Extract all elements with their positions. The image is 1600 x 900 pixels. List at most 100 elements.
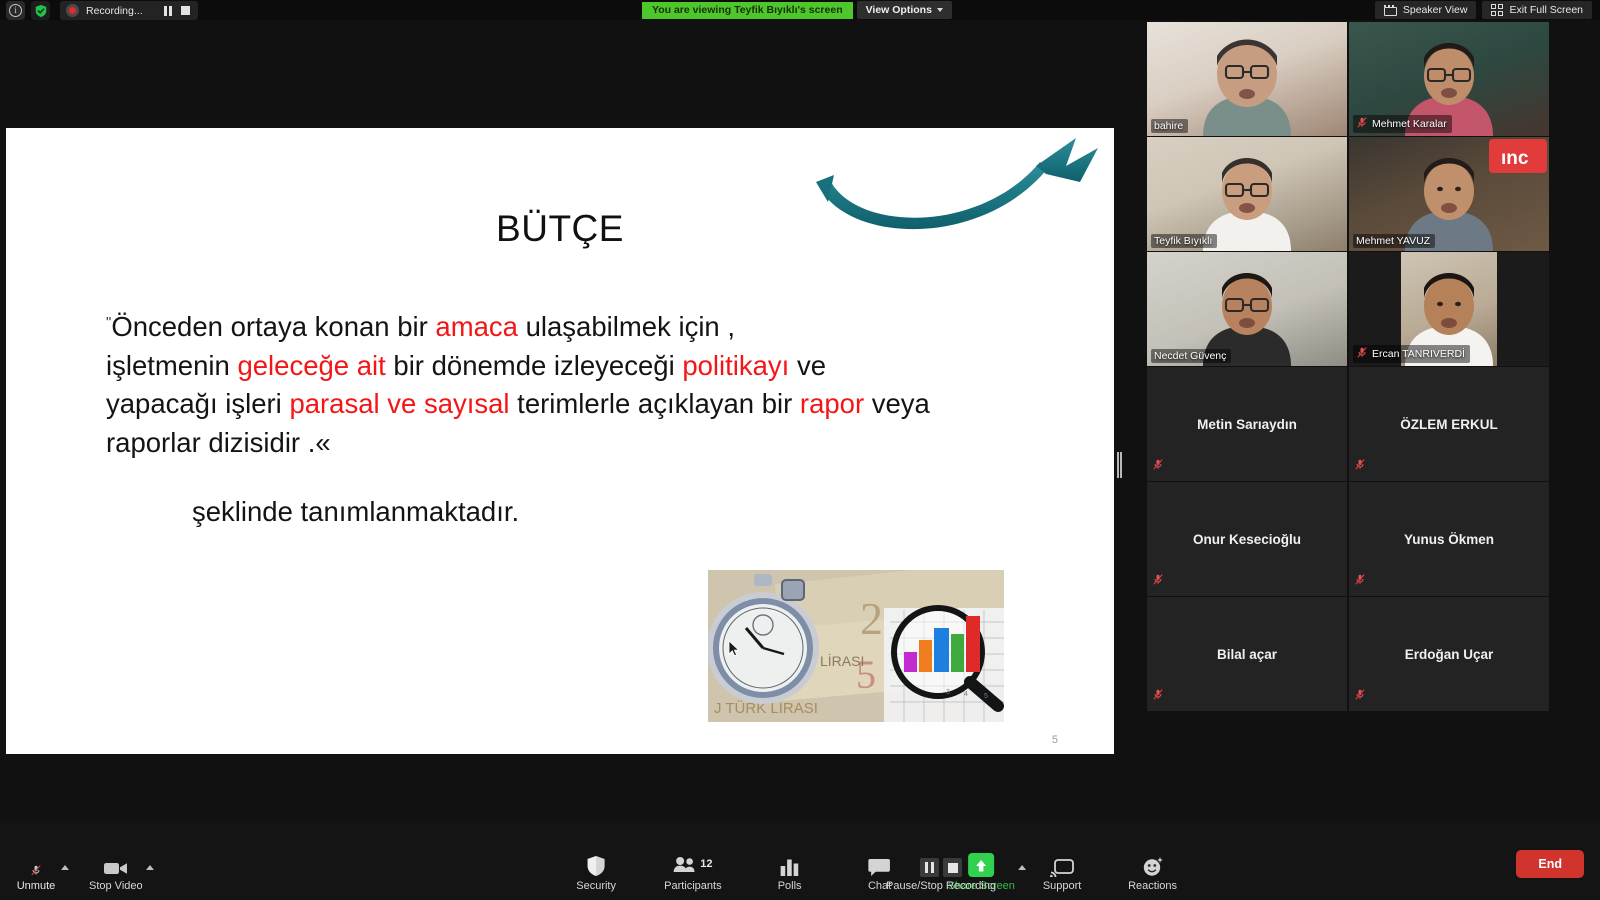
participant-tile[interactable]: Metin Sarıaydın bbox=[1147, 367, 1347, 481]
speaker-view-icon bbox=[1383, 4, 1397, 16]
slide-text-run: ulaşabilmek için , bbox=[517, 311, 736, 342]
speaker-view-button[interactable]: Speaker View bbox=[1374, 1, 1477, 19]
pause-icon[interactable] bbox=[163, 5, 172, 16]
participant-tile[interactable]: Erdoğan Uçar bbox=[1349, 597, 1549, 711]
presentation-slide: BÜTÇE "Önceden ortaya konan bir amaca ul… bbox=[6, 128, 1114, 754]
participants-label: Participants bbox=[664, 880, 722, 892]
participant-tile[interactable]: Necdet Güvenç bbox=[1147, 252, 1347, 366]
slide-closing-label: şeklinde tanımlanmaktadır. bbox=[192, 496, 520, 527]
participant-tile[interactable]: Yunus Ökmen bbox=[1349, 482, 1549, 596]
participant-tile[interactable]: Onur Kesecioğlu bbox=[1147, 482, 1347, 596]
slide-text-run: bir dönemde izleyeceği bbox=[385, 349, 683, 381]
slide-text-run: Önceden ortaya konan bir bbox=[111, 311, 436, 342]
chevron-down-icon bbox=[936, 8, 943, 12]
participant-tile[interactable]: ınc Mehmet YAVUZ bbox=[1349, 137, 1549, 251]
top-bar-center-group: You are viewing Teyfik Bıyıklı's screen … bbox=[642, 1, 952, 19]
highlighted-term: amaca bbox=[435, 311, 518, 342]
microphone-muted-icon bbox=[1152, 688, 1164, 705]
speaker-view-label: Speaker View bbox=[1402, 4, 1468, 16]
toolbar-audio-video-group: Unmute Stop Video bbox=[14, 851, 154, 892]
encryption-status-button[interactable] bbox=[31, 1, 50, 20]
slide-text-run: raporlar dizisidir .« bbox=[106, 426, 331, 458]
microphone-muted-icon bbox=[1152, 573, 1164, 590]
shield-check-icon bbox=[35, 4, 46, 17]
participant-name: Mehmet Karalar bbox=[1372, 118, 1447, 130]
reactions-button[interactable]: Reactions bbox=[1128, 851, 1177, 892]
participant-name-badge: Teyfik Bıyıklı bbox=[1151, 234, 1218, 248]
participant-mute-indicator bbox=[1354, 458, 1366, 476]
participant-tile[interactable]: Ercan TANRIVERDİ bbox=[1349, 252, 1549, 366]
exit-full-screen-button[interactable]: Exit Full Screen bbox=[1482, 1, 1592, 19]
participant-tile[interactable]: ÖZLEM ERKUL bbox=[1349, 367, 1549, 481]
support-button[interactable]: Support bbox=[1040, 851, 1084, 892]
svg-text:ınc: ınc bbox=[1501, 148, 1529, 169]
reactions-smiley-icon bbox=[1143, 857, 1163, 876]
stop-video-button[interactable]: Stop Video bbox=[89, 851, 143, 892]
polls-label: Polls bbox=[777, 880, 802, 892]
microphone-muted-icon bbox=[1354, 458, 1366, 475]
info-icon: i bbox=[9, 4, 22, 17]
participant-name: Teyfik Bıyıklı bbox=[1154, 235, 1213, 247]
highlighted-term: parasal ve sayısal bbox=[289, 388, 510, 419]
participant-name: Onur Kesecioğlu bbox=[1192, 531, 1302, 547]
polls-button[interactable]: Polls bbox=[768, 851, 812, 892]
participant-mute-indicator bbox=[1354, 573, 1366, 591]
stop-icon[interactable] bbox=[943, 858, 963, 877]
pause-stop-recording-button[interactable]: Pause/Stop Recording bbox=[886, 851, 996, 892]
meeting-info-button[interactable]: i bbox=[6, 1, 25, 20]
shield-icon bbox=[587, 856, 605, 876]
security-label: Security bbox=[576, 880, 616, 892]
participant-name: bahire bbox=[1154, 120, 1184, 132]
slide-body-text: "Önceden ortaya konan bir amaca ulaşabil… bbox=[106, 304, 1006, 462]
microphone-muted-icon bbox=[1356, 346, 1368, 362]
video-options-chevron-icon[interactable] bbox=[145, 865, 154, 870]
view-options-button[interactable]: View Options bbox=[856, 1, 952, 19]
view-options-label: View Options bbox=[865, 4, 932, 16]
svg-text:5: 5 bbox=[984, 693, 988, 700]
polls-bar-chart-icon bbox=[781, 859, 799, 876]
slide-text-run: işletmenin bbox=[106, 349, 238, 381]
participant-tile[interactable]: Bilal açar bbox=[1147, 597, 1347, 711]
participant-name: Metin Sarıaydın bbox=[1197, 416, 1297, 432]
participants-count: 12 bbox=[700, 858, 713, 870]
participant-mute-indicator bbox=[1152, 573, 1164, 591]
security-button[interactable]: Security bbox=[574, 851, 618, 892]
participant-name-badge: Mehmet YAVUZ bbox=[1353, 234, 1436, 248]
highlighted-term: rapor bbox=[799, 388, 865, 419]
microphone-muted-icon bbox=[1356, 116, 1368, 132]
participant-name-badge: bahire bbox=[1151, 119, 1189, 133]
zoom-meeting-window: i Recording... You are viewing Teyfik Bı… bbox=[0, 0, 1600, 900]
participant-tile[interactable]: Teyfik Bıyıklı bbox=[1147, 137, 1347, 251]
exit-full-screen-label: Exit Full Screen bbox=[1509, 4, 1583, 16]
audio-options-chevron-icon[interactable] bbox=[61, 865, 69, 870]
stop-video-label: Stop Video bbox=[89, 880, 143, 892]
svg-text:3: 3 bbox=[946, 689, 950, 696]
support-cast-icon bbox=[1050, 859, 1074, 877]
microphone-muted-icon bbox=[1354, 573, 1366, 590]
slide-title: BÜTÇE bbox=[496, 208, 624, 249]
svg-text:LİRASI: LİRASI bbox=[820, 652, 864, 669]
participant-name: Bilal açar bbox=[1216, 646, 1278, 662]
pause-icon[interactable] bbox=[920, 858, 940, 877]
participant-tile[interactable]: bahire bbox=[1147, 22, 1347, 136]
unmute-label: Unmute bbox=[16, 880, 56, 892]
toolbar-right-group: Pause/Stop Recording Support Reactions bbox=[886, 851, 1177, 892]
participant-name-badge: Ercan TANRIVERDİ bbox=[1353, 345, 1470, 363]
participants-button[interactable]: 12 Participants bbox=[664, 851, 722, 892]
screen-share-drag-handle[interactable] bbox=[1115, 452, 1123, 478]
exit-full-screen-icon bbox=[1491, 4, 1504, 16]
participant-name: ÖZLEM ERKUL bbox=[1400, 416, 1498, 432]
end-meeting-button[interactable]: End bbox=[1516, 850, 1584, 878]
participant-grid: bahire Mehmet Karalar Teyfik Bıyıklı ınc Meh… bbox=[1145, 20, 1600, 820]
svg-text:2: 2 bbox=[860, 593, 883, 644]
camera-icon bbox=[103, 863, 127, 874]
stop-icon[interactable] bbox=[180, 6, 190, 15]
recording-label: Recording... bbox=[86, 4, 143, 17]
slide-text-run: yapacağı işleri bbox=[106, 388, 290, 419]
slide-text-run: terimlerle açıklayan bir bbox=[509, 388, 800, 419]
participant-mute-indicator bbox=[1354, 688, 1366, 706]
unmute-button[interactable]: Unmute bbox=[14, 851, 58, 892]
slide-closing-text: şeklinde tanımlanmaktadır. bbox=[106, 496, 1006, 528]
participants-icon bbox=[673, 856, 695, 872]
participant-tile[interactable]: Mehmet Karalar bbox=[1349, 22, 1549, 136]
